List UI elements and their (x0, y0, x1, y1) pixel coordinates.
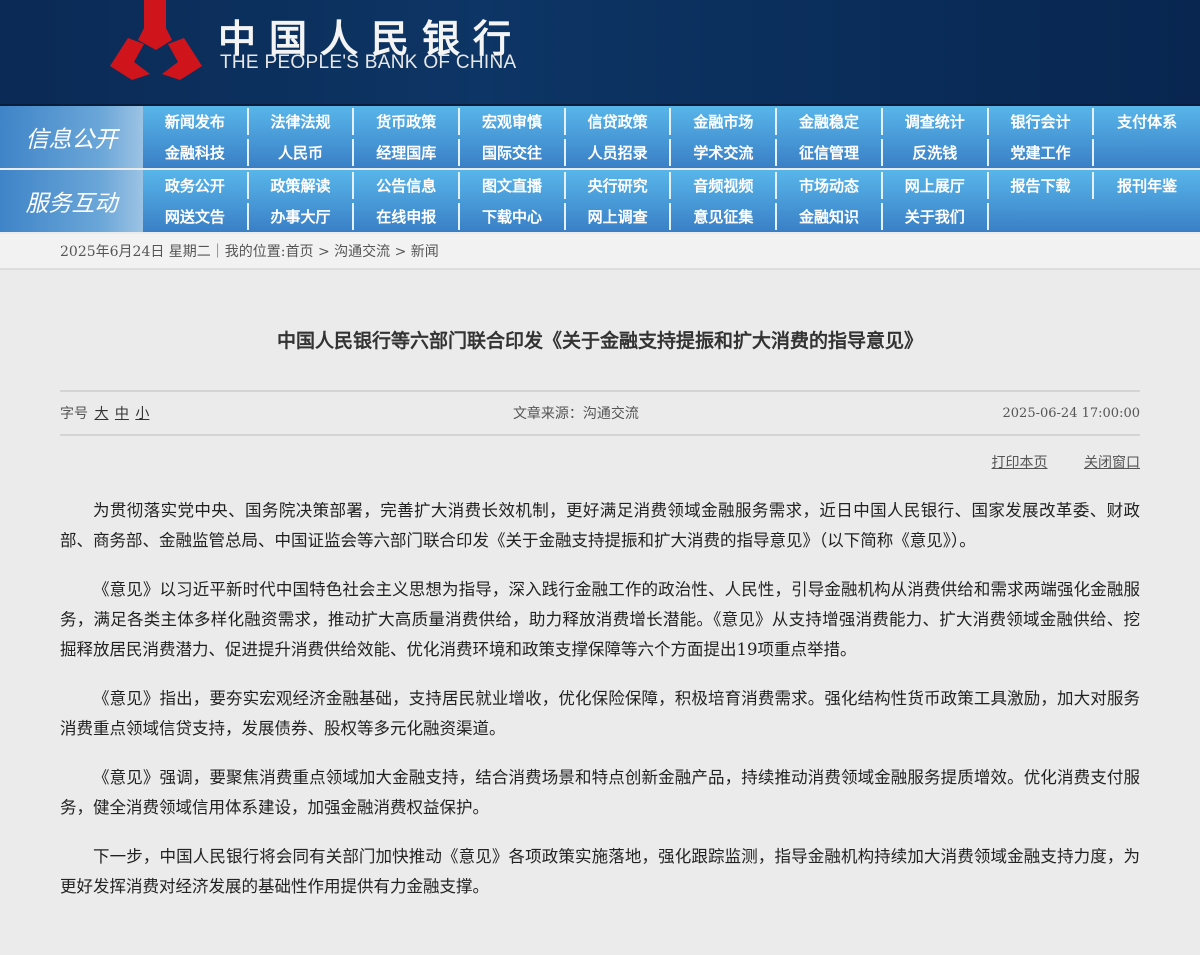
nav-item[interactable]: 网上展厅 (883, 172, 989, 199)
article-date: 2025-06-24 17:00:00 (1002, 405, 1140, 421)
paragraph: 《意见》强调，要聚焦消费重点领域加大金融支持，结合消费场景和特点创新金融产品，持… (60, 768, 1140, 817)
paragraph: 《意见》指出，要夯实宏观经济金融基础，支持居民就业增收，优化保险保障，积极培育消… (60, 689, 1140, 738)
article: 中国人民银行等六部门联合印发《关于金融支持提振和扩大消费的指导意见》 字号 大 … (0, 326, 1200, 902)
logo-english[interactable]: THE PEOPLE'S BANK OF CHINA (220, 52, 517, 74)
nav-item[interactable]: 图文直播 (460, 172, 566, 199)
nav-item[interactable]: 宏观审慎 (460, 108, 566, 135)
pboc-emblem-icon (110, 0, 202, 80)
nav-item[interactable]: 调查统计 (883, 108, 989, 135)
site-header: 中国人民银行 THE PEOPLE'S BANK OF CHINA (0, 0, 1200, 106)
nav-block-label[interactable]: 服务互动 (0, 170, 143, 232)
nav-item[interactable]: 关于我们 (883, 203, 989, 230)
nav-item[interactable]: 报告下载 (989, 172, 1095, 199)
nav-item[interactable]: 人民币 (249, 139, 355, 166)
nav-item[interactable]: 下载中心 (460, 203, 566, 230)
nav-item[interactable]: 公告信息 (354, 172, 461, 199)
nav-item[interactable]: 意见征集 (671, 203, 778, 230)
breadcrumb: 2025年6月24日 星期二｜我的位置:首页 > 沟通交流 > 新闻 (0, 234, 1200, 270)
article-meta: 字号 大 中 小 文章来源：沟通交流 2025-06-24 17:00:00 (60, 390, 1140, 436)
font-size-controls: 字号 大 中 小 (60, 403, 149, 423)
nav-block-label[interactable]: 信息公开 (0, 106, 143, 168)
article-body: 为贯彻落实党中央、国务院决策部署，完善扩大消费长效机制，更好满足消费领域金融服务… (60, 496, 1140, 902)
nav-item[interactable]: 在线申报 (354, 203, 461, 230)
nav-empty-cell (989, 203, 1095, 230)
nav-empty-cell (1094, 139, 1200, 166)
nav-item[interactable]: 金融知识 (777, 203, 883, 230)
nav-block: 服务互动 政务公开 政策解读 公告信息 图文直播 央行研究 音频视频 市场动态 网上展厅 报告下载… (0, 170, 1200, 232)
nav-item[interactable]: 报刊年鉴 (1094, 172, 1200, 199)
nav-item[interactable]: 支付体系 (1094, 108, 1200, 135)
nav-item[interactable]: 政务公开 (143, 172, 249, 199)
nav-item[interactable]: 法律法规 (249, 108, 355, 135)
nav-item[interactable]: 金融市场 (671, 108, 778, 135)
nav-item[interactable]: 信贷政策 (566, 108, 672, 135)
article-source: 文章来源：沟通交流 (512, 406, 639, 422)
nav-item[interactable]: 银行会计 (989, 108, 1095, 135)
font-size-small[interactable]: 小 (135, 406, 149, 422)
nav-item[interactable]: 人员招录 (566, 139, 672, 166)
nav-item[interactable]: 音频视频 (671, 172, 778, 199)
nav-item[interactable]: 金融稳定 (777, 108, 883, 135)
paragraph: 《意见》以习近平新时代中国特色社会主义思想为指导，深入践行金融工作的政治性、人民… (60, 580, 1140, 659)
nav-block: 信息公开 新闻发布 法律法规 货币政策 宏观审慎 信贷政策 金融市场 金融稳定 调查统计 银行会计… (0, 106, 1200, 168)
nav-item[interactable]: 网送文告 (143, 203, 249, 230)
article-title: 中国人民银行等六部门联合印发《关于金融支持提振和扩大消费的指导意见》 (276, 330, 923, 352)
nav-item[interactable]: 经理国库 (354, 139, 461, 166)
font-size-large[interactable]: 大 (94, 406, 108, 422)
nav-item[interactable]: 金融科技 (143, 139, 249, 166)
nav-grid: 政务公开 政策解读 公告信息 图文直播 央行研究 音频视频 市场动态 网上展厅 报告下载 报刊年鉴… (143, 170, 1200, 232)
font-size-label: 字号 (60, 406, 88, 422)
font-size-medium[interactable]: 中 (115, 406, 129, 422)
nav-item[interactable]: 反洗钱 (883, 139, 989, 166)
nav-item[interactable]: 央行研究 (566, 172, 672, 199)
main-navigation: 信息公开 新闻发布 法律法规 货币政策 宏观审慎 信贷政策 金融市场 金融稳定 调查统计 银行会计… (0, 106, 1200, 232)
nav-item[interactable]: 办事大厅 (249, 203, 355, 230)
nav-empty-cell (1094, 203, 1200, 230)
article-actions: 打印本页 关闭窗口 (60, 452, 1140, 482)
nav-item[interactable]: 政策解读 (249, 172, 355, 199)
print-page-link[interactable]: 打印本页 (992, 455, 1048, 471)
nav-item[interactable]: 党建工作 (989, 139, 1095, 166)
nav-item[interactable]: 货币政策 (354, 108, 461, 135)
paragraph: 下一步，中国人民银行将会同有关部门加快推动《意见》各项政策实施落地，强化跟踪监测… (60, 847, 1140, 896)
nav-grid: 新闻发布 法律法规 货币政策 宏观审慎 信贷政策 金融市场 金融稳定 调查统计 银行会计 支付体系… (143, 106, 1200, 168)
nav-item[interactable]: 征信管理 (777, 139, 883, 166)
paragraph: 为贯彻落实党中央、国务院决策部署，完善扩大消费长效机制，更好满足消费领域金融服务… (60, 501, 1140, 550)
close-window-link[interactable]: 关闭窗口 (1084, 455, 1140, 471)
nav-item[interactable]: 网上调查 (566, 203, 672, 230)
nav-item[interactable]: 国际交往 (460, 139, 566, 166)
nav-item[interactable]: 新闻发布 (143, 108, 249, 135)
nav-item[interactable]: 学术交流 (671, 139, 778, 166)
nav-item[interactable]: 市场动态 (777, 172, 883, 199)
